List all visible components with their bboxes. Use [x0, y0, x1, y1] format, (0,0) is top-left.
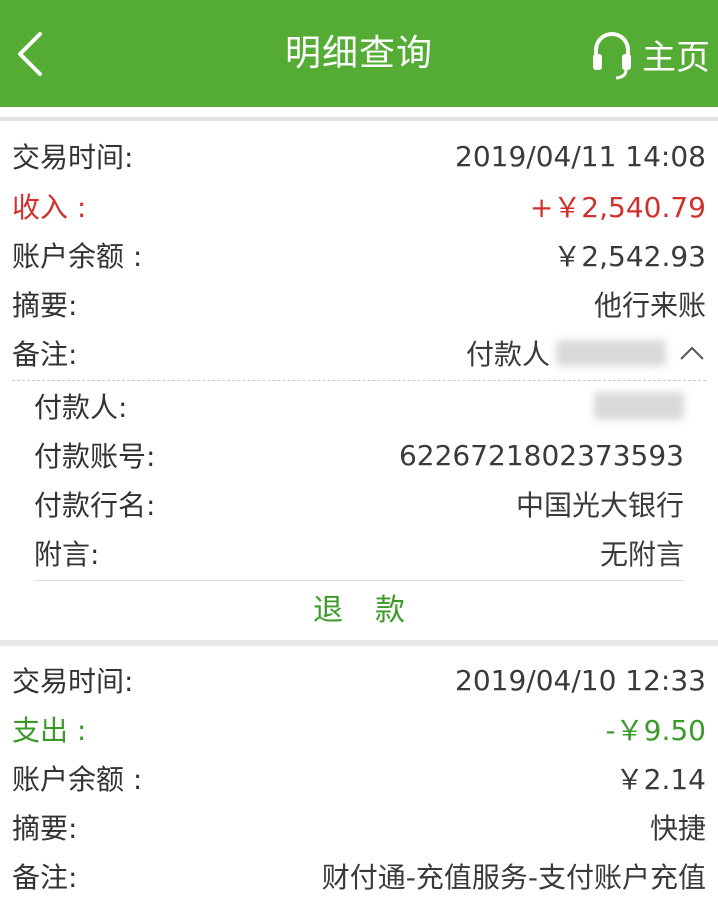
dashed-divider: [12, 380, 706, 381]
expense-amount: -￥9.50: [605, 714, 706, 747]
bank-value: 中国光大银行: [515, 489, 684, 522]
memo-row: 附言: 无附言: [34, 530, 684, 576]
txn2-amount-row: 支出 : -￥9.50: [12, 706, 706, 752]
expense-label: 支出 :: [12, 714, 87, 747]
section-gap: [0, 640, 718, 646]
note-value[interactable]: 付款人: [466, 333, 706, 373]
txn1-time-row: 交易时间: 2019/04/11 14:08: [12, 133, 706, 179]
note-label: 备注:: [12, 861, 78, 894]
memo-label: 附言:: [34, 538, 100, 571]
income-label: 收入 :: [12, 191, 87, 224]
time-value: 2019/04/11 14:08: [455, 139, 706, 173]
txn2-note-row: 备注: 财付通-充值服务-支付账户充值: [12, 853, 706, 899]
txn1-balance-row: 账户余额 : ￥2,542.93: [12, 232, 706, 278]
redacted-name: [556, 340, 666, 366]
time-value: 2019/04/10 12:33: [455, 663, 706, 697]
bank-label: 付款行名:: [34, 489, 156, 522]
divider: [0, 117, 718, 121]
memo-value: 无附言: [599, 538, 684, 571]
balance-label: 账户余额 :: [12, 240, 143, 273]
bank-row: 付款行名: 中国光大银行: [34, 481, 684, 527]
home-button[interactable]: 主页: [590, 28, 710, 80]
balance-label: 账户余额 :: [12, 763, 143, 796]
balance-value: ￥2.14: [615, 763, 706, 796]
headset-icon: [593, 32, 631, 80]
summary-value: 他行来账: [593, 289, 706, 322]
summary-label: 摘要:: [12, 289, 78, 322]
chevron-up-icon: [680, 346, 704, 360]
top-bar: 明细查询 主页: [0, 0, 718, 107]
account-row: 付款账号: 6226721802373593: [34, 432, 684, 478]
time-label: 交易时间:: [12, 665, 134, 698]
txn2-time-row: 交易时间: 2019/04/10 12:33: [12, 657, 706, 703]
detail-divider: [34, 580, 684, 581]
txn1-summary-row: 摘要: 他行来账: [12, 281, 706, 327]
txn1-amount-row: 收入 : +￥2,540.79: [12, 183, 706, 229]
note-text: 付款人: [465, 338, 550, 371]
redacted-payer: [594, 392, 684, 420]
payer-row: 付款人:: [34, 383, 684, 429]
note-value: 财付通-充值服务-支付账户充值: [321, 861, 706, 894]
payer-label: 付款人:: [34, 391, 128, 424]
income-amount: +￥2,540.79: [529, 191, 706, 224]
summary-value: 快捷: [649, 812, 706, 845]
note-label: 备注:: [12, 338, 78, 371]
summary-label: 摘要:: [12, 812, 78, 845]
txn1-note-row[interactable]: 备注: 付款人: [12, 330, 706, 376]
txn2-balance-row: 账户余额 : ￥2.14: [12, 755, 706, 801]
time-label: 交易时间:: [12, 141, 134, 174]
account-label: 付款账号:: [34, 440, 156, 473]
balance-value: ￥2,542.93: [553, 240, 706, 273]
refund-button[interactable]: 退款: [0, 584, 718, 630]
home-label: 主页: [642, 37, 710, 78]
account-value: 6226721802373593: [398, 438, 684, 472]
txn2-summary-row: 摘要: 快捷: [12, 804, 706, 850]
